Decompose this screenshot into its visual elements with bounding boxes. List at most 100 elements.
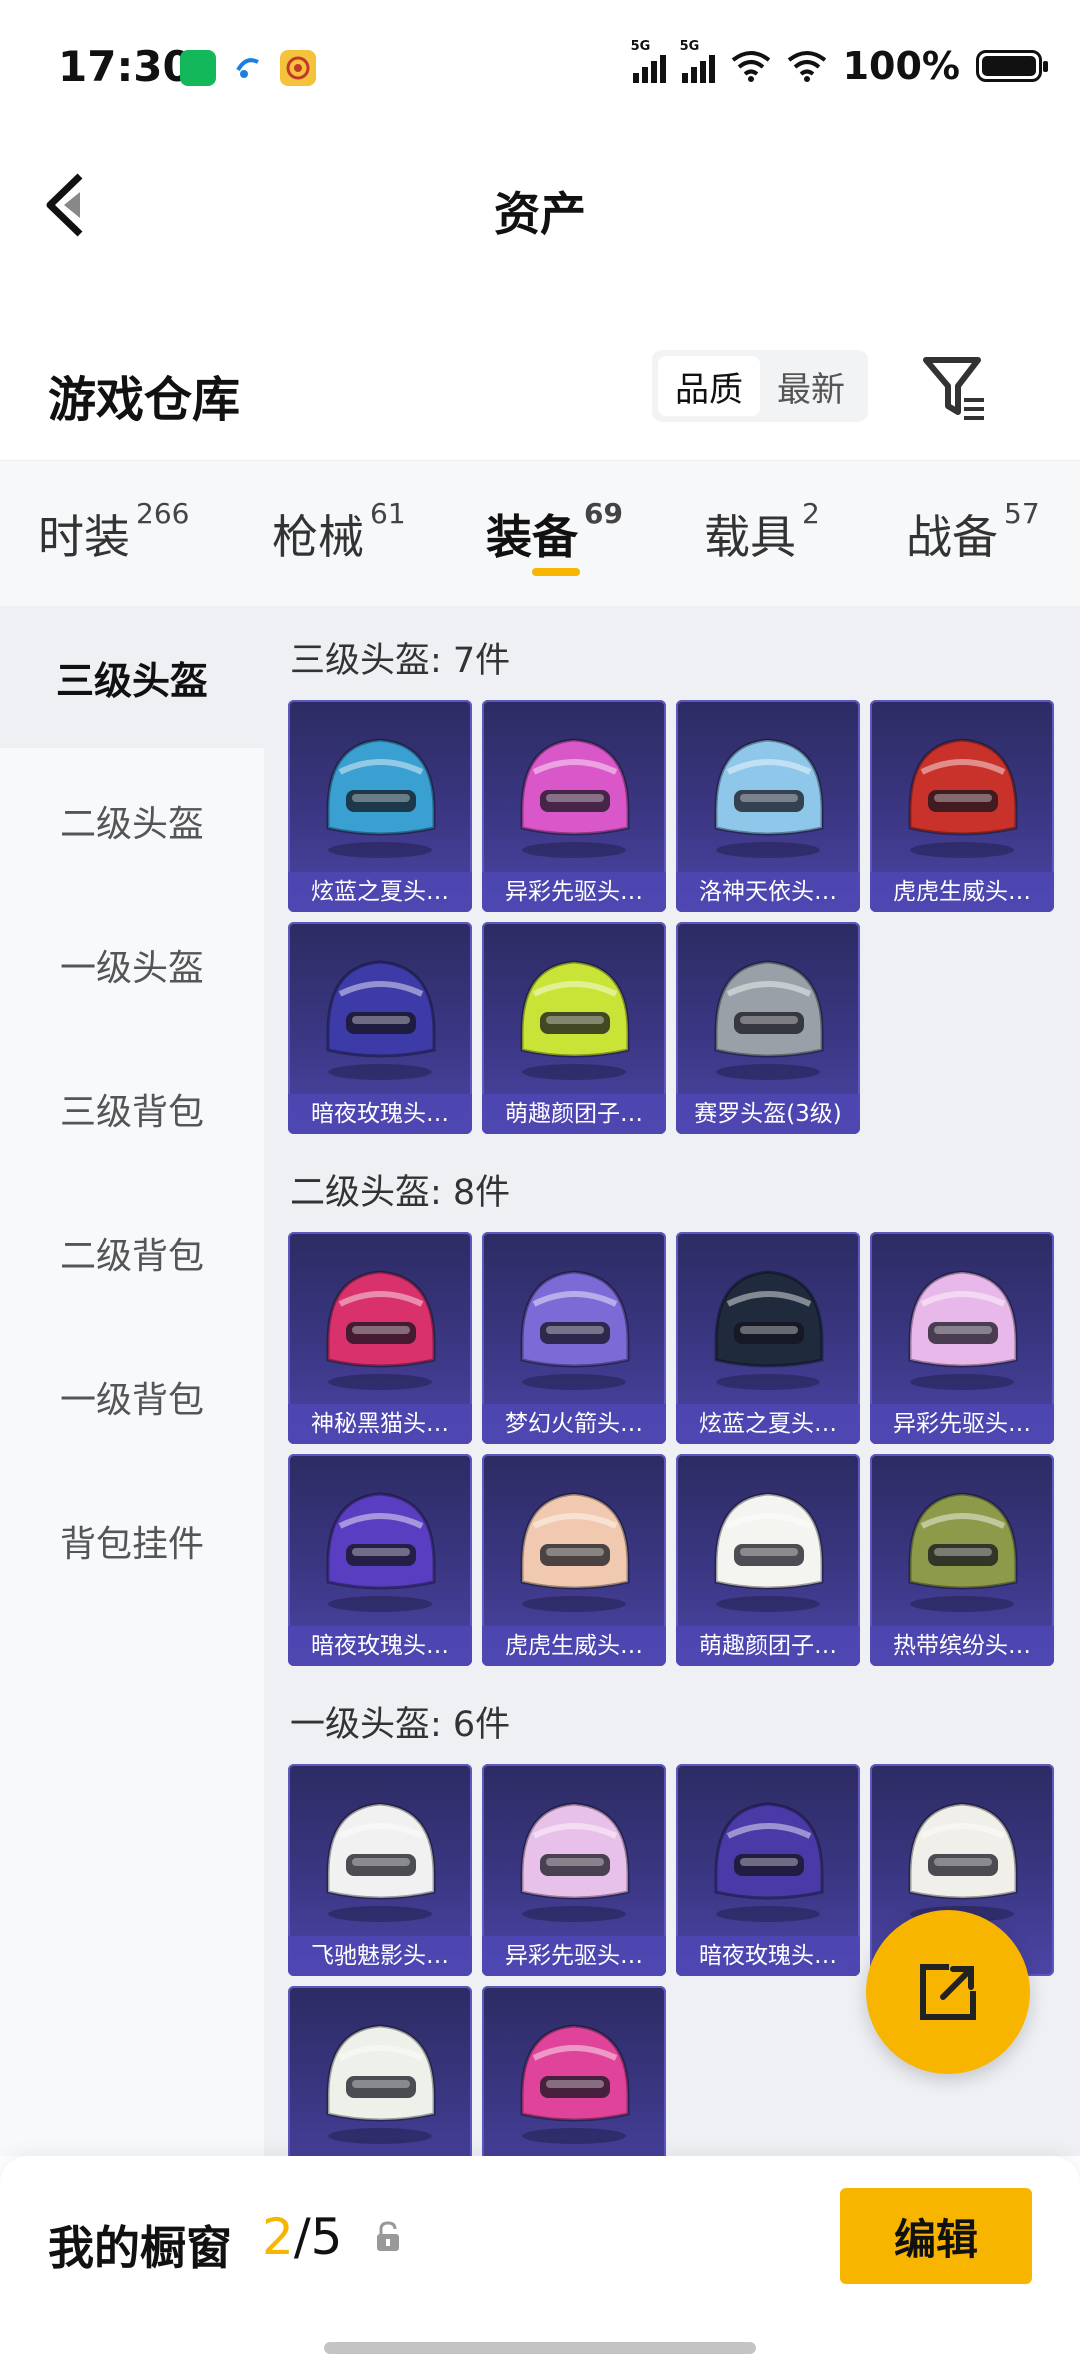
- item-card[interactable]: 炫蓝之夏头…: [288, 700, 472, 912]
- section-title-level3: 三级头盔: 7件: [290, 641, 511, 681]
- tab-vehicles[interactable]: 载具 2: [704, 497, 820, 567]
- helmet-icon: [908, 738, 1018, 858]
- sidebar-item-level3-backpack[interactable]: 三级背包: [0, 1038, 264, 1180]
- game-app-icon: [280, 50, 316, 86]
- section-title-level1: 一级头盔: 6件: [290, 1705, 511, 1745]
- item-card[interactable]: 暗夜玫瑰头…: [676, 1764, 860, 1976]
- battery-icon: [976, 50, 1048, 82]
- item-name: 神秘黑猫头…: [288, 1404, 472, 1444]
- section-title-level2: 二级头盔: 8件: [290, 1173, 511, 1213]
- item-card[interactable]: 赛罗头盔(3级): [676, 922, 860, 1134]
- filter-icon: [923, 357, 984, 420]
- status-right: 5G 5G 100%: [631, 39, 1048, 88]
- sort-quality-button[interactable]: 品质: [658, 356, 760, 416]
- helmet-icon: [326, 1270, 436, 1390]
- notification-icons: [180, 50, 316, 86]
- item-name: 虎虎生威头…: [870, 872, 1054, 912]
- home-indicator: [324, 2342, 756, 2354]
- helmet-icon: [714, 1270, 824, 1390]
- helmet-icon: [520, 1270, 630, 1390]
- item-name: 暗夜玫瑰头…: [288, 1626, 472, 1666]
- warehouse-bar: 游戏仓库 品质 最新: [0, 330, 1080, 460]
- app-header: 资产: [0, 140, 1080, 270]
- wechat-icon: [180, 50, 216, 86]
- item-name: 炫蓝之夏头…: [288, 872, 472, 912]
- item-name: 萌趣颜团子…: [482, 1094, 666, 1134]
- helmet-icon: [520, 738, 630, 858]
- helmet-icon: [326, 960, 436, 1080]
- helmet-icon: [908, 1492, 1018, 1612]
- item-card[interactable]: 萌趣颜团子…: [482, 922, 666, 1134]
- status-bar: 17:30 5G 5G 100%: [0, 0, 1080, 140]
- active-tab-indicator: [532, 568, 580, 576]
- item-card[interactable]: 虎虎生威头…: [870, 700, 1054, 912]
- share-external-icon: [920, 1964, 976, 2020]
- item-name: 梦幻火箭头…: [482, 1404, 666, 1444]
- helmet-icon: [520, 960, 630, 1080]
- sort-latest-button[interactable]: 最新: [760, 356, 862, 416]
- sidebar-item-backpack-charm[interactable]: 背包挂件: [0, 1470, 264, 1612]
- item-card[interactable]: 暗夜玫瑰头…: [288, 922, 472, 1134]
- item-card[interactable]: 飞驰魅影头…: [288, 1764, 472, 1976]
- tab-combat-supplies[interactable]: 战备 57: [906, 497, 1040, 567]
- item-name: 炫蓝之夏头…: [676, 1404, 860, 1444]
- share-button[interactable]: [866, 1910, 1030, 2074]
- sidebar-item-level1-helmet[interactable]: 一级头盔: [0, 894, 264, 1036]
- helmet-icon: [714, 960, 824, 1080]
- helmet-icon: [908, 1270, 1018, 1390]
- helmet-icon: [520, 1802, 630, 1922]
- sidebar-item-level2-backpack[interactable]: 二级背包: [0, 1182, 264, 1324]
- helmet-icon: [326, 1492, 436, 1612]
- showcase-label: 我的橱窗: [48, 2221, 232, 2275]
- tab-firearms[interactable]: 枪械 61: [272, 497, 406, 567]
- tab-equipment[interactable]: 装备 69: [486, 497, 623, 567]
- wifi-icon-2: [787, 51, 826, 82]
- item-card[interactable]: 虎虎生威头…: [482, 1454, 666, 1666]
- filter-button[interactable]: [920, 350, 990, 426]
- wifi-icon: [731, 51, 770, 82]
- item-name: 热带缤纷头…: [870, 1626, 1054, 1666]
- item-card[interactable]: [288, 1986, 472, 2156]
- item-name: 暗夜玫瑰头…: [288, 1094, 472, 1134]
- item-name: 飞驰魅影头…: [288, 1936, 472, 1976]
- lock-icon: [377, 2221, 399, 2251]
- item-card[interactable]: 暗夜玫瑰头…: [288, 1454, 472, 1666]
- item-card[interactable]: 梦幻火箭头…: [482, 1232, 666, 1444]
- telecom-icon: [230, 50, 266, 86]
- cell-signal-icon-2: 5G: [680, 39, 715, 83]
- item-name: 异彩先驱头…: [870, 1404, 1054, 1444]
- item-card[interactable]: 异彩先驱头…: [870, 1232, 1054, 1444]
- sidebar-item-level2-helmet[interactable]: 二级头盔: [0, 750, 264, 892]
- item-name: 异彩先驱头…: [482, 872, 666, 912]
- helmet-icon: [326, 2024, 436, 2144]
- showcase-count: 2/5: [262, 2208, 343, 2266]
- item-card[interactable]: 洛神天依头…: [676, 700, 860, 912]
- item-card[interactable]: 异彩先驱头…: [482, 1764, 666, 1976]
- cell-signal-icon: 5G: [631, 39, 666, 83]
- item-name: 洛神天依头…: [676, 872, 860, 912]
- helmet-icon: [520, 1492, 630, 1612]
- item-card[interactable]: 热带缤纷头…: [870, 1454, 1054, 1666]
- item-name: 赛罗头盔(3级): [676, 1094, 860, 1134]
- page-title: 资产: [494, 187, 586, 241]
- edit-button[interactable]: 编辑: [840, 2188, 1032, 2284]
- helmet-icon: [326, 1802, 436, 1922]
- item-name: 虎虎生威头…: [482, 1626, 666, 1666]
- helmet-icon: [714, 738, 824, 858]
- showcase-bar: 我的橱窗 2/5 编辑: [0, 2156, 1080, 2376]
- sidebar: 三级头盔 二级头盔 一级头盔 三级背包 二级背包 一级背包 背包挂件: [0, 606, 264, 2156]
- item-card[interactable]: 神秘黑猫头…: [288, 1232, 472, 1444]
- helmet-icon: [908, 1802, 1018, 1922]
- sidebar-item-level3-helmet[interactable]: 三级头盔: [0, 606, 264, 748]
- item-card[interactable]: 炫蓝之夏头…: [676, 1232, 860, 1444]
- item-name: 异彩先驱头…: [482, 1936, 666, 1976]
- helmet-icon: [714, 1802, 824, 1922]
- item-card[interactable]: 萌趣颜团子…: [676, 1454, 860, 1666]
- tab-fashion[interactable]: 时装 266: [38, 497, 189, 567]
- sidebar-item-level1-backpack[interactable]: 一级背包: [0, 1326, 264, 1468]
- helmet-icon: [520, 2024, 630, 2144]
- item-name: 暗夜玫瑰头…: [676, 1936, 860, 1976]
- helmet-icon: [326, 738, 436, 858]
- item-card[interactable]: 异彩先驱头…: [482, 700, 666, 912]
- item-card[interactable]: [482, 1986, 666, 2156]
